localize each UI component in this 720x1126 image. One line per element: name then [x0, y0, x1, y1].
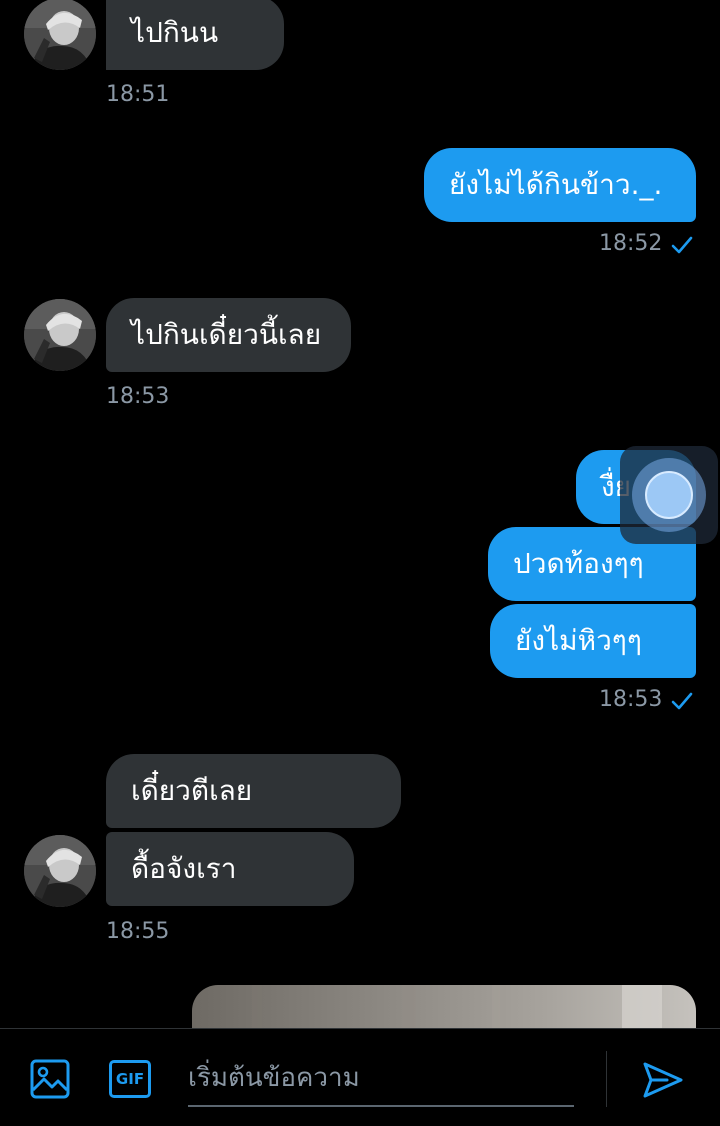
message-bubble[interactable]: ยังไม่หิวๆๆ — [490, 604, 696, 678]
gif-button[interactable]: GIF — [108, 1057, 152, 1101]
message-bubble[interactable]: ยังไม่ได้กินข้าว._. — [424, 148, 696, 222]
message-composer: GIF — [0, 1028, 720, 1126]
message-bubble[interactable]: ดื้อจังเรา — [106, 832, 354, 906]
check-icon — [671, 236, 693, 254]
message-timestamp: 18:53 — [599, 687, 663, 712]
message-timestamp: 18:55 — [106, 919, 170, 944]
message-timestamp: 18:51 — [106, 82, 170, 107]
touch-indicator — [620, 446, 718, 544]
avatar[interactable] — [24, 299, 96, 371]
message-bubble[interactable]: เดี๋ยวตีเลย — [106, 754, 401, 828]
check-icon — [671, 692, 693, 710]
message-bubble[interactable]: ไปกินเดี๋ยวนี้เลย — [106, 298, 351, 372]
send-icon — [643, 1062, 683, 1098]
composer-divider — [606, 1051, 607, 1107]
touch-point — [645, 471, 693, 519]
message-timestamp: 18:53 — [106, 384, 170, 409]
message-bubble[interactable]: ไปกินน — [106, 0, 284, 70]
send-button[interactable] — [638, 1055, 688, 1105]
avatar[interactable] — [24, 0, 96, 70]
gif-icon: GIF — [109, 1060, 151, 1098]
avatar[interactable] — [24, 835, 96, 907]
message-input[interactable] — [188, 1051, 574, 1107]
gif-label: GIF — [115, 1070, 145, 1088]
message-timestamp: 18:52 — [599, 231, 663, 256]
image-icon[interactable] — [28, 1057, 72, 1101]
